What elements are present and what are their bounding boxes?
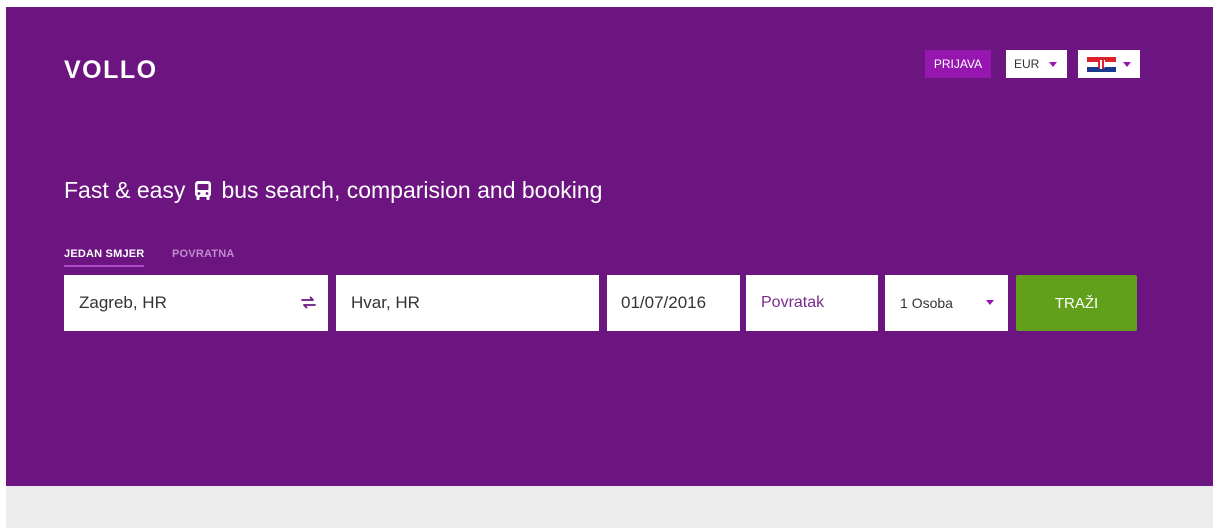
return-date-input[interactable] <box>746 275 878 331</box>
croatia-flag-icon <box>1087 57 1116 72</box>
departure-date-input[interactable] <box>607 275 740 331</box>
language-select[interactable] <box>1078 50 1140 78</box>
passengers-count: 1 <box>900 295 908 311</box>
return-date-field <box>746 275 878 331</box>
tab-one-way[interactable]: JEDAN SMJER <box>64 248 145 267</box>
tagline-text-end: bus search, comparision and booking <box>221 177 603 203</box>
chevron-down-icon <box>986 300 994 305</box>
bus-icon <box>195 181 212 200</box>
departure-date-field <box>607 275 740 331</box>
tab-return[interactable]: POVRATNA <box>172 248 235 260</box>
logo[interactable]: VOLLO <box>64 56 158 85</box>
passengers-value: 1 Osoba <box>885 295 953 311</box>
currency-value: EUR <box>1014 57 1040 71</box>
departure-field <box>64 275 328 331</box>
chevron-down-icon <box>1049 62 1057 67</box>
search-button[interactable]: TRAŽI <box>1016 275 1137 331</box>
swap-icon[interactable] <box>300 294 317 311</box>
currency-select[interactable]: EUR <box>1006 50 1067 78</box>
hero-section <box>6 7 1213 486</box>
departure-input[interactable] <box>64 275 328 331</box>
login-button[interactable]: PRIJAVA <box>925 50 991 78</box>
content-area <box>6 486 1213 528</box>
destination-field <box>336 275 599 331</box>
passengers-label: Osoba <box>911 295 953 311</box>
passengers-select[interactable]: 1 Osoba <box>885 275 1008 331</box>
tagline-text-start: Fast & easy <box>64 177 186 203</box>
chevron-down-icon <box>1123 62 1131 67</box>
destination-input[interactable] <box>336 275 599 331</box>
hero-tagline: Fast & easy bus search, comparision and … <box>64 177 602 204</box>
